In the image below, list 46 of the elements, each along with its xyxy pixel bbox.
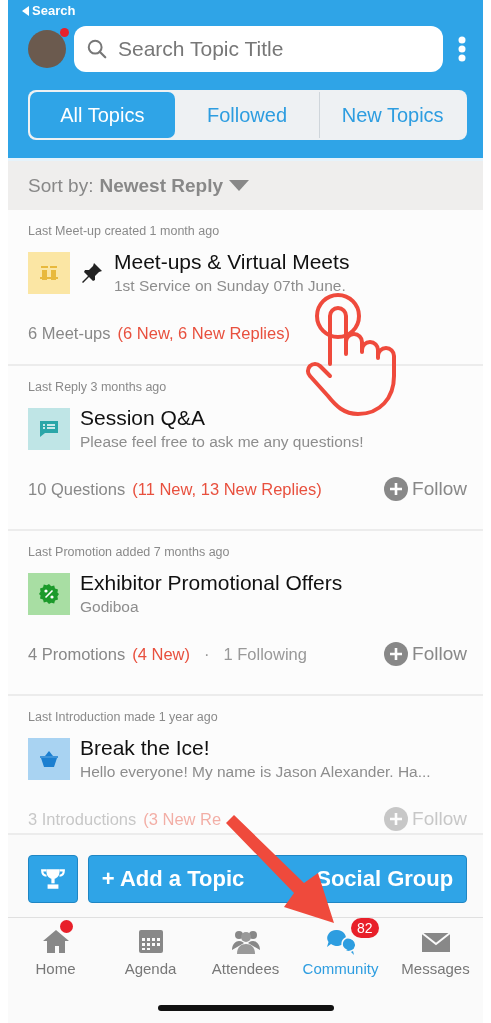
activity-text: Last Meet-up created 1 month ago <box>28 224 221 238</box>
tab-bar-item[interactable]: Agenda <box>103 926 198 995</box>
topic-title: Exhibitor Promotional Offers <box>80 571 343 595</box>
topic-subtitle: Godiboa <box>80 598 140 616</box>
following-count: 1 Following <box>223 644 307 664</box>
plus-circle-icon <box>384 642 409 666</box>
topic-subtitle: Hello everyone! My name is Jason Alexander. Ha... <box>80 763 431 781</box>
trophy-icon <box>40 866 66 892</box>
sort-label: Sort by: <box>28 174 94 197</box>
topic-title: Break the Ice! <box>80 736 211 760</box>
trophy-button[interactable] <box>28 855 78 903</box>
back-arrow-icon[interactable] <box>22 6 29 16</box>
avatar[interactable] <box>28 30 66 68</box>
search-icon <box>86 38 108 60</box>
more-icon[interactable] <box>457 36 467 62</box>
follow-button[interactable]: Follow <box>384 642 467 666</box>
tab[interactable]: New Topics <box>319 92 465 138</box>
plus-circle-icon <box>384 477 409 501</box>
search-bar[interactable]: Search Topic Title <box>74 26 443 72</box>
topic-title: Meet-ups & Virtual Meets <box>114 250 350 274</box>
new-count: (11 New, 13 New Replies) <box>132 479 322 499</box>
topic-count: 4 Promotions <box>28 644 126 664</box>
activity-text: Last Promotion added 7 months ago <box>28 545 231 559</box>
topic-subtitle: Please feel free to ask me any questions! <box>80 433 364 451</box>
new-count: (4 New) <box>132 644 190 664</box>
sort-dropdown[interactable]: Newest Reply <box>99 174 250 197</box>
topic-subtitle: 1st Service on Sunday 07th June. <box>114 277 347 295</box>
activity-text: Last Introduction made 1 year ago <box>28 710 219 724</box>
tab-bar-item[interactable]: Home <box>8 926 103 995</box>
topic-count: 6 Meet-ups <box>28 323 111 343</box>
tab[interactable]: All Topics <box>30 92 175 138</box>
topic-count: 10 Questions <box>28 479 126 499</box>
plus-circle-icon <box>384 807 409 831</box>
count-badge: 82 <box>351 918 379 938</box>
new-count: (3 New Re <box>143 809 222 829</box>
separator-dot: · <box>204 644 210 664</box>
discount-badge-icon <box>37 581 61 606</box>
tab-bar-item[interactable]: Messages <box>388 926 483 995</box>
tab[interactable]: Followed <box>174 92 320 138</box>
search-field[interactable]: Search Topic Title <box>116 36 431 62</box>
new-count: (6 New, 6 New Replies) <box>117 323 290 343</box>
activity-text: Last Reply 3 months ago <box>28 380 168 394</box>
tab-bar-item[interactable]: Attendees <box>198 926 293 995</box>
follow-button[interactable]: Follow <box>384 477 467 501</box>
back-link[interactable]: Search <box>32 4 76 18</box>
topic-title: Session Q&A <box>80 406 206 430</box>
